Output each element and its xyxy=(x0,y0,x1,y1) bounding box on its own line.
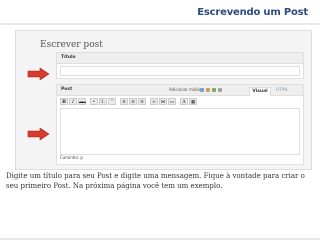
top-divider xyxy=(0,23,320,25)
spellcheck-button[interactable]: A xyxy=(180,98,188,105)
title-input[interactable] xyxy=(60,66,300,76)
bold-button[interactable]: B xyxy=(60,98,68,105)
insert-link-button[interactable]: ∞ xyxy=(150,98,158,105)
align-center-button[interactable]: ≡ xyxy=(129,98,137,105)
insert-more-button[interactable]: ▭ xyxy=(168,98,176,105)
add-image-icon[interactable] xyxy=(200,88,204,92)
arrow-post-icon xyxy=(27,127,50,141)
add-media-label: Adicionar mídia xyxy=(169,87,201,92)
slide-title: Escrevendo um Post xyxy=(197,7,308,18)
strikethrough-button[interactable]: ABC xyxy=(78,98,86,105)
align-right-button[interactable]: ≡ xyxy=(138,98,146,105)
page-heading: Escrever post xyxy=(40,40,103,50)
kitchen-sink-button[interactable]: ▦ xyxy=(189,98,197,105)
blockquote-button[interactable]: “ xyxy=(108,98,116,105)
italic-button[interactable]: I xyxy=(69,98,77,105)
post-box-label: Post xyxy=(61,87,73,92)
title-box: Título xyxy=(56,52,304,79)
remove-link-button[interactable]: ⋈ xyxy=(159,98,167,105)
align-left-button[interactable]: ≡ xyxy=(120,98,128,105)
bullet-list-button[interactable]: • xyxy=(90,98,98,105)
post-content-editor[interactable] xyxy=(60,108,300,155)
add-audio-icon[interactable] xyxy=(212,88,216,92)
tab-visual[interactable]: Visual xyxy=(249,87,271,96)
tab-html[interactable]: HTML xyxy=(274,87,290,95)
path-label: Caminho: p xyxy=(60,155,83,160)
media-icons xyxy=(200,88,222,92)
arrow-title-icon xyxy=(27,67,50,81)
title-box-label: Título xyxy=(57,53,303,64)
add-video-icon[interactable] xyxy=(206,88,210,92)
numbered-list-button[interactable]: 1. xyxy=(99,98,107,105)
instruction-caption: Digite um título para seu Post e digite … xyxy=(6,172,305,190)
add-media-icon[interactable] xyxy=(218,88,222,92)
editor-screenshot: Escrever post Título Post Adicionar mídi… xyxy=(15,30,312,170)
formatting-toolbar: B I ABC • 1. “ ≡ ≡ ≡ ∞ ⋈ ▭ A ▦ xyxy=(60,97,300,106)
post-box: Post Adicionar mídia Visual HTML B I ABC… xyxy=(56,84,304,165)
